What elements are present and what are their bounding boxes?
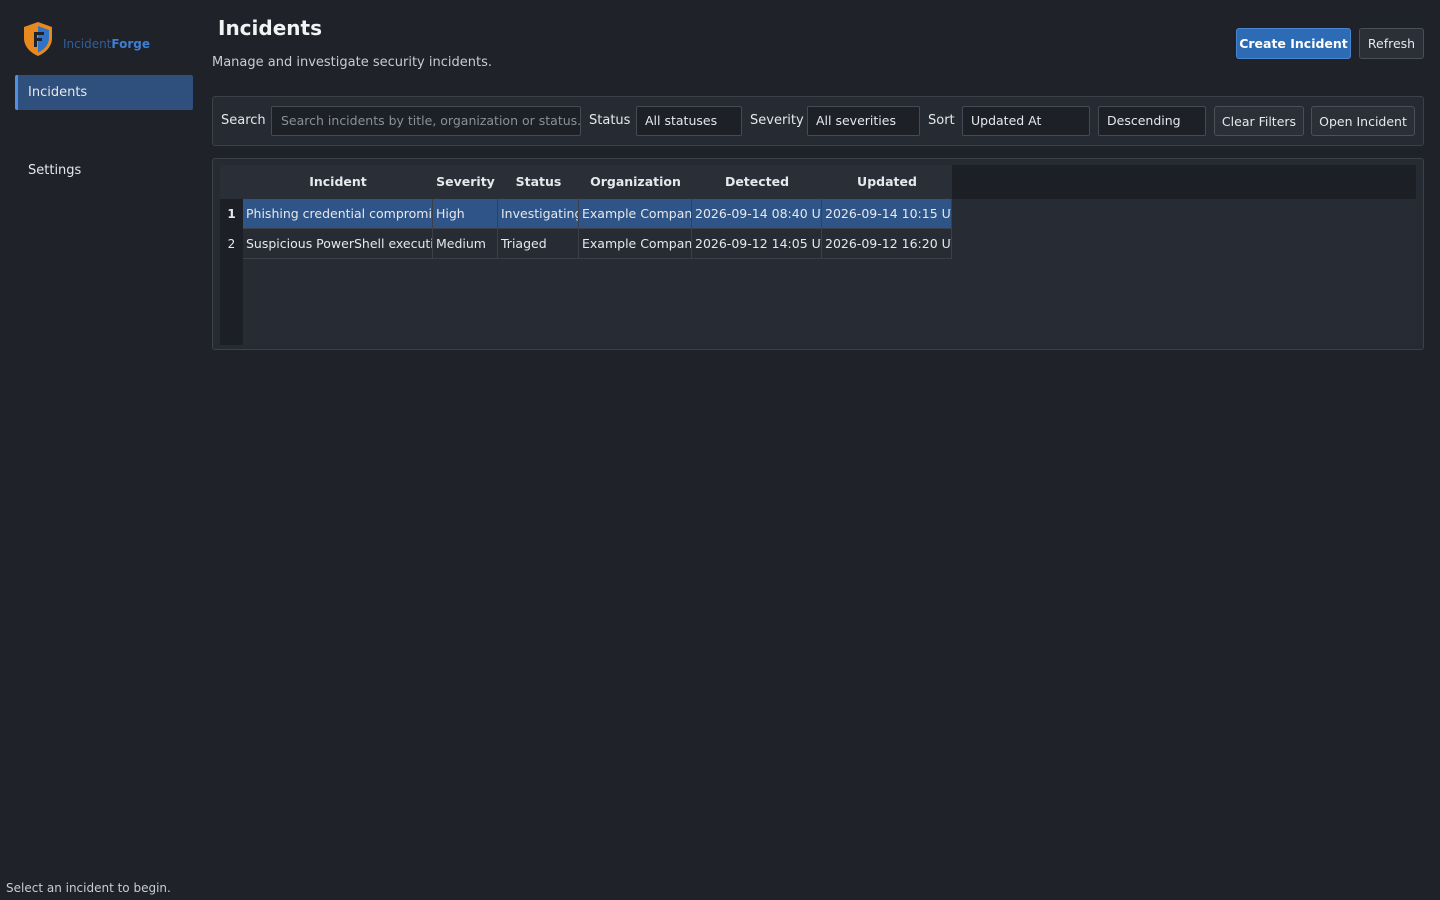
column-header-organization[interactable]: Organization — [579, 165, 692, 199]
brand-logo: IncidentForge — [22, 21, 150, 57]
brand-name-part2: Forge — [111, 37, 150, 51]
sidebar-item-label: Settings — [28, 163, 82, 178]
column-header-status[interactable]: Status — [498, 165, 579, 199]
sidebar: IncidentForge Incidents Settings — [0, 0, 200, 880]
cell-status: Investigating — [498, 199, 579, 229]
severity-label: Severity — [750, 113, 804, 128]
cell-incident: Suspicious PowerShell execution — [243, 229, 433, 259]
open-incident-button[interactable]: Open Incident — [1311, 106, 1415, 136]
sidebar-item-settings[interactable]: Settings — [15, 153, 193, 188]
cell-organization: Example Company — [579, 229, 692, 259]
cell-severity: Medium — [433, 229, 498, 259]
filter-bar: Search Search incidents by title, organi… — [212, 96, 1424, 146]
incidents-table: Incident Severity Status Organization De… — [220, 165, 1416, 345]
brand-name: IncidentForge — [63, 37, 150, 51]
column-header-updated[interactable]: Updated — [822, 165, 952, 199]
status-select[interactable]: All statuses — [636, 106, 742, 136]
incidents-table-panel: Incident Severity Status Organization De… — [212, 158, 1424, 350]
column-header-detected[interactable]: Detected — [692, 165, 822, 199]
table-corner[interactable] — [220, 165, 243, 199]
cell-organization: Example Company — [579, 199, 692, 229]
sort-label: Sort — [928, 113, 955, 128]
page-subtitle: Manage and investigate security incident… — [212, 55, 492, 70]
sidebar-item-incidents[interactable]: Incidents — [15, 75, 193, 110]
column-header-severity[interactable]: Severity — [433, 165, 498, 199]
search-input[interactable]: Search incidents by title, organization … — [271, 106, 581, 136]
refresh-button[interactable]: Refresh — [1359, 28, 1424, 59]
shield-logo-icon — [24, 22, 52, 56]
brand-name-part1: Incident — [63, 37, 112, 51]
sidebar-item-label: Incidents — [28, 85, 88, 100]
sort-field-select[interactable]: Updated At — [962, 106, 1090, 136]
row-number: 2 — [220, 229, 243, 259]
clear-filters-button[interactable]: Clear Filters — [1214, 106, 1304, 136]
create-incident-button[interactable]: Create Incident — [1236, 28, 1351, 59]
cell-status: Triaged — [498, 229, 579, 259]
status-bar-text: Select an incident to begin. — [6, 881, 171, 895]
cell-detected: 2026-09-12 14:05 UTC — [692, 229, 822, 259]
column-header-incident[interactable]: Incident — [243, 165, 433, 199]
cell-updated: 2026-09-12 16:20 UTC — [822, 229, 952, 259]
page-title: Incidents — [218, 16, 322, 40]
row-number: 1 — [220, 199, 243, 229]
severity-select[interactable]: All severities — [807, 106, 920, 136]
cell-severity: High — [433, 199, 498, 229]
app-window: IncidentForge Incidents Settings Inciden… — [0, 0, 1440, 900]
search-label: Search — [221, 113, 266, 128]
cell-updated: 2026-09-14 10:15 UTC — [822, 199, 952, 229]
cell-incident: Phishing credential compromise — [243, 199, 433, 229]
cell-detected: 2026-09-14 08:40 UTC — [692, 199, 822, 229]
status-label: Status — [589, 113, 631, 128]
sort-order-select[interactable]: Descending — [1098, 106, 1206, 136]
